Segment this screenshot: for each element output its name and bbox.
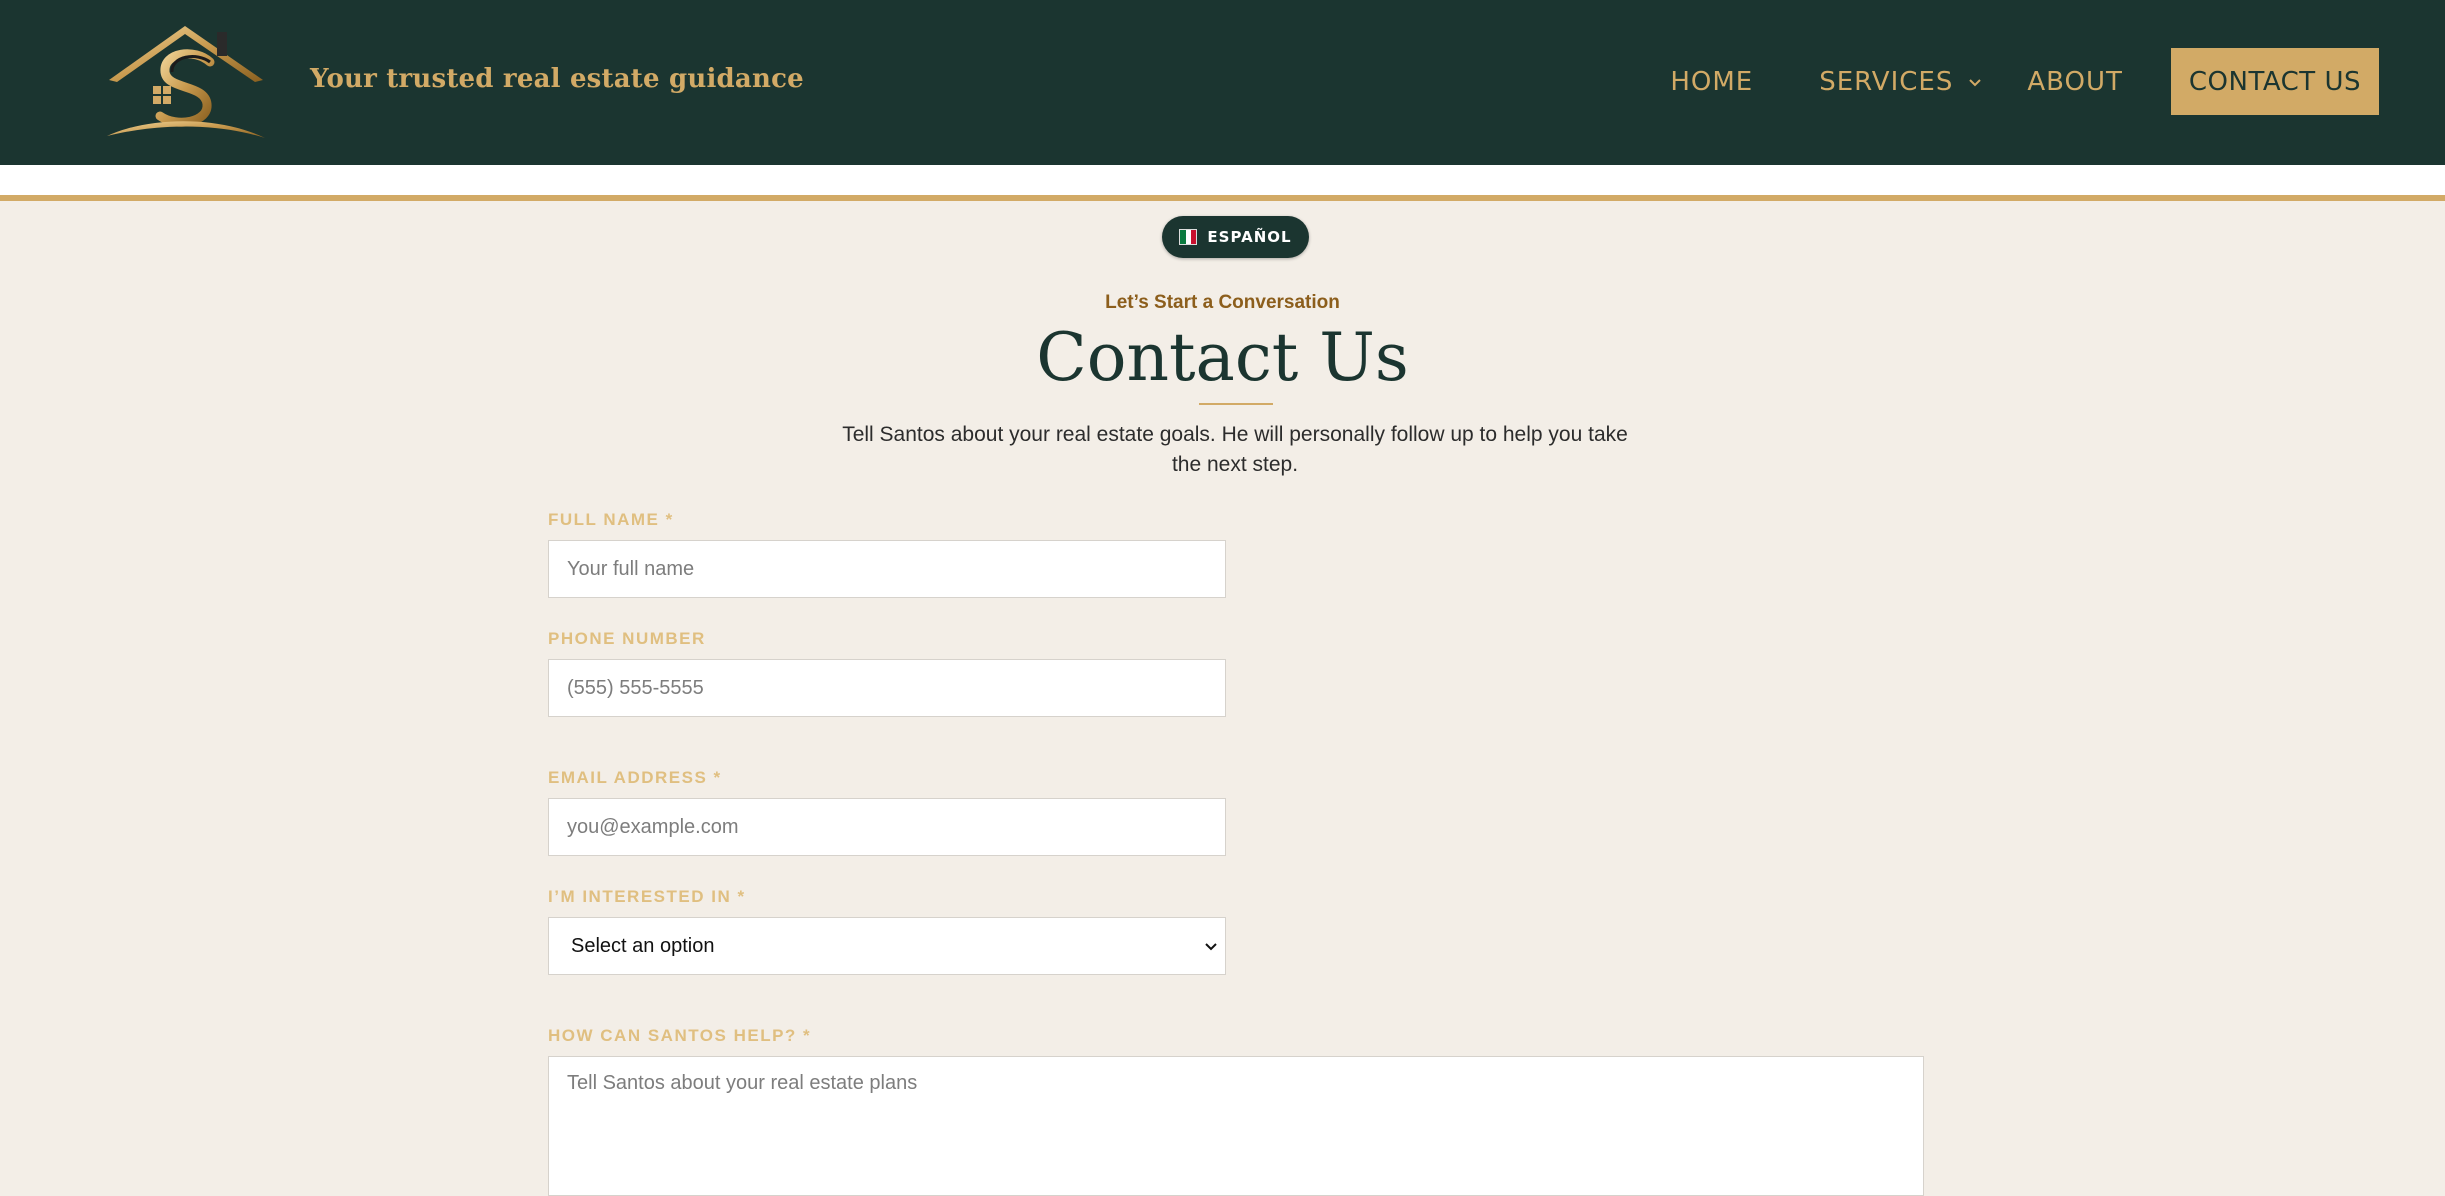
gold-divider — [0, 195, 2445, 201]
intro-text: Tell Santos about your real estate goals… — [842, 423, 1628, 476]
main-nav: HOME SERVICES ABOUT CONTACT US — [1670, 48, 2379, 115]
mexico-flag-icon — [1179, 229, 1198, 245]
interest-select[interactable]: Select an option — [548, 917, 1226, 975]
email-input[interactable] — [548, 798, 1226, 856]
message-label: HOW CAN SANTOS HELP? * — [548, 1026, 812, 1045]
phone-label: PHONE NUMBER — [548, 629, 706, 648]
chevron-down-icon[interactable] — [1963, 70, 1987, 94]
header-spacer — [0, 165, 2445, 195]
eyebrow-text: Let’s Start a Conversation — [1105, 292, 1340, 313]
nav-home[interactable]: HOME — [1670, 67, 1753, 97]
email-label: EMAIL ADDRESS * — [548, 768, 722, 787]
house-logo-icon[interactable] — [105, 22, 270, 144]
nav-about[interactable]: ABOUT — [2027, 67, 2123, 97]
interest-select-value: Select an option — [571, 934, 715, 957]
full-name-label: FULL NAME * — [548, 510, 674, 529]
nav-services[interactable]: SERVICES — [1819, 67, 1953, 97]
title-divider — [1199, 403, 1273, 405]
language-toggle-button[interactable]: ESPAÑOL — [1162, 216, 1309, 258]
site-tagline: Your trusted real estate guidance — [310, 64, 804, 94]
message-textarea[interactable] — [548, 1056, 1924, 1196]
language-toggle-label: ESPAÑOL — [1207, 228, 1292, 246]
nav-contact-us-button[interactable]: CONTACT US — [2170, 48, 2379, 115]
full-name-input[interactable] — [548, 540, 1226, 598]
phone-input[interactable] — [548, 659, 1226, 717]
chevron-down-icon — [1205, 943, 1217, 951]
interest-label: I’M INTERESTED IN * — [548, 887, 746, 906]
page-title: Contact Us — [1036, 319, 1409, 396]
site-header: Your trusted real estate guidance HOME S… — [0, 0, 2445, 165]
